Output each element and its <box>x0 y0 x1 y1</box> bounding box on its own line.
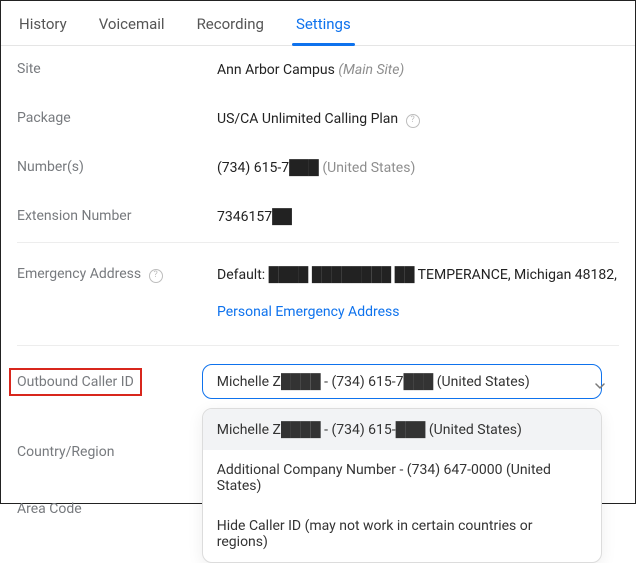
package-value: US/CA Unlimited Calling Plan <box>217 111 398 127</box>
emergency-address: ████ ████████ ██ TEMPERANCE, Michigan 48… <box>269 267 619 283</box>
numbers-label: Number(s) <box>17 158 217 175</box>
extension-value: 7346157██ <box>217 209 292 225</box>
row-numbers: Number(s) (734) 615-7███ (United States) <box>17 144 619 193</box>
outbound-option-0[interactable]: Michelle Z████ - (734) 615-███ (United S… <box>203 409 601 450</box>
row-emergency: Emergency Address ? Default: ████ ██████… <box>17 243 619 346</box>
row-outbound: Outbound Caller ID Michelle Z████ - (734… <box>17 346 619 413</box>
numbers-country: (United States) <box>322 160 415 176</box>
row-package: Package US/CA Unlimited Calling Plan ? <box>17 95 619 144</box>
personal-emergency-link[interactable]: Personal Emergency Address <box>217 302 399 323</box>
outbound-label: Outbound Caller ID <box>9 368 142 396</box>
row-extension: Extension Number 7346157██ <box>17 193 619 243</box>
outbound-select[interactable]: Michelle Z████ - (734) 615-7███ (United … <box>202 364 602 399</box>
emergency-prefix: Default: <box>217 267 265 283</box>
site-note: (Main Site) <box>338 62 404 78</box>
chevron-down-icon <box>595 378 602 394</box>
settings-content: Site Ann Arbor Campus (Main Site) Packag… <box>1 46 635 413</box>
site-value: Ann Arbor Campus <box>217 62 335 78</box>
package-label: Package <box>17 109 217 126</box>
help-icon[interactable]: ? <box>406 114 420 128</box>
outbound-option-1[interactable]: Additional Company Number - (734) 647-00… <box>203 450 601 506</box>
emergency-label: Emergency Address ? <box>17 265 217 283</box>
tab-bar: History Voicemail Recording Settings <box>1 1 635 46</box>
outbound-selected: Michelle Z████ - (734) 615-7███ (United … <box>217 374 530 390</box>
tab-history[interactable]: History <box>17 9 69 45</box>
tab-settings[interactable]: Settings <box>294 9 353 45</box>
areacode-label: Area Code <box>17 500 217 517</box>
outbound-dropdown: Michelle Z████ - (734) 615-███ (United S… <box>202 408 602 563</box>
outbound-option-2[interactable]: Hide Caller ID (may not work in certain … <box>203 506 601 562</box>
tab-voicemail[interactable]: Voicemail <box>97 9 167 45</box>
numbers-value: (734) 615-7███ <box>217 160 319 176</box>
row-site: Site Ann Arbor Campus (Main Site) <box>17 46 619 95</box>
help-icon[interactable]: ? <box>149 269 163 283</box>
country-label: Country/Region <box>17 443 217 460</box>
site-label: Site <box>17 60 217 77</box>
tab-recording[interactable]: Recording <box>195 9 266 45</box>
extension-label: Extension Number <box>17 207 217 224</box>
